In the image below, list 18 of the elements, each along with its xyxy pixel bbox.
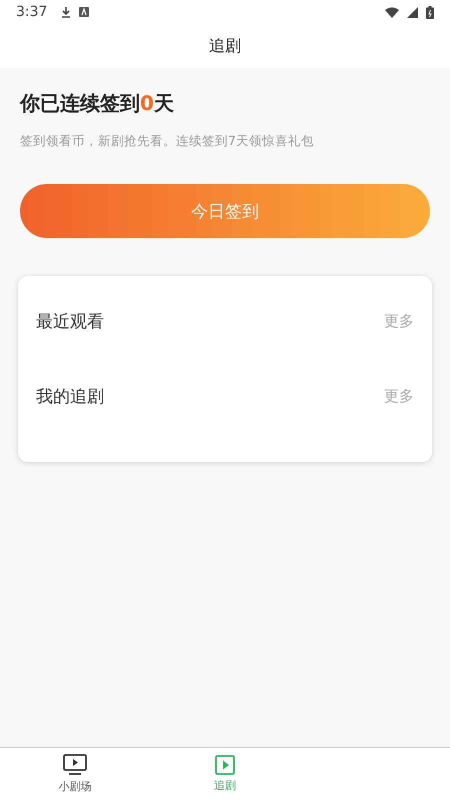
checkin-description: 签到领看币，新剧抢先看。连续签到7天领惊喜礼包	[20, 133, 315, 150]
more-link[interactable]: 更多	[384, 387, 414, 406]
page-title: 追剧	[209, 36, 241, 56]
checkin-button[interactable]: 今日签到	[20, 184, 430, 238]
section-title: 最近观看	[36, 311, 104, 333]
section-title: 我的追剧	[36, 386, 104, 408]
battery-icon	[426, 6, 434, 18]
nav-tab[interactable]: 小剧场	[0, 748, 150, 800]
nav-tab[interactable]: 追剧	[150, 748, 300, 800]
download-icon	[61, 6, 72, 18]
status-time: 3:37	[16, 4, 48, 20]
play-icon	[215, 755, 235, 775]
notification-icon	[79, 7, 90, 17]
more-link[interactable]: 更多	[384, 312, 414, 331]
tv-icon	[63, 754, 87, 776]
signal-icon	[407, 6, 418, 18]
checkin-title: 你已连续签到0天	[20, 90, 175, 117]
wifi-icon	[385, 6, 399, 18]
